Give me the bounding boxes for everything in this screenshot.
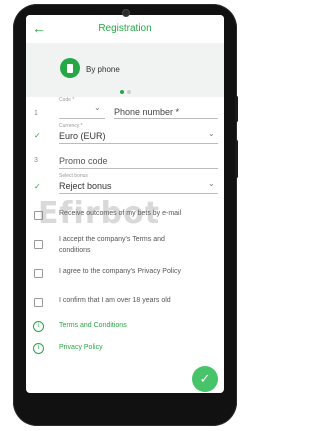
registration-method-panel <box>26 43 224 97</box>
volume-button <box>235 96 238 122</box>
privacy-link[interactable]: Privacy Policy <box>59 344 103 351</box>
bonus-label: Select bonus <box>59 173 88 179</box>
age-checkbox[interactable] <box>34 298 43 307</box>
pager-dot[interactable] <box>127 90 131 94</box>
terms-checkbox[interactable] <box>34 240 43 249</box>
privacy-label: I agree to the company's Privacy Policy <box>59 268 181 275</box>
currency-select[interactable]: Euro (EUR) <box>59 131 106 141</box>
submit-check-button[interactable]: ✓ <box>192 366 218 392</box>
promo-underline <box>59 168 218 169</box>
method-label: By phone <box>86 65 120 74</box>
terms-link[interactable]: Terms and Conditions <box>59 322 127 329</box>
bonus-select[interactable]: Reject bonus <box>59 181 112 191</box>
page-title: Registration <box>98 23 152 34</box>
bonus-check-icon: ✓ <box>34 182 41 191</box>
top-bar: ← Registration <box>26 15 224 43</box>
currency-chevron-down-icon[interactable]: ⌄ <box>208 129 215 138</box>
currency-check-icon: ✓ <box>34 131 41 140</box>
phone-input[interactable]: Phone number * <box>114 107 179 117</box>
info-icon: i <box>33 321 44 332</box>
watermark: Efirbot <box>38 196 161 231</box>
step-number-promo: 3 <box>34 157 38 164</box>
age-label: I confirm that I am over 18 years old <box>59 297 171 304</box>
terms-label: I accept the company's Terms and conditi… <box>59 236 165 254</box>
info-icon: i <box>33 343 44 354</box>
phone-underline <box>114 118 218 119</box>
pager-dot-active[interactable] <box>120 90 124 94</box>
bonus-underline <box>59 193 218 194</box>
code-underline <box>59 118 105 119</box>
code-chevron-down-icon[interactable]: ⌄ <box>94 103 101 112</box>
step-number-code: 1 <box>34 110 38 117</box>
privacy-checkbox[interactable] <box>34 269 43 278</box>
currency-label: Currency * <box>59 123 83 129</box>
phone-icon[interactable] <box>60 58 80 78</box>
bonus-chevron-down-icon[interactable]: ⌄ <box>208 179 215 188</box>
promo-code-input[interactable]: Promo code <box>59 156 108 166</box>
power-button <box>235 140 238 178</box>
front-camera <box>122 9 130 17</box>
currency-underline <box>59 143 218 144</box>
